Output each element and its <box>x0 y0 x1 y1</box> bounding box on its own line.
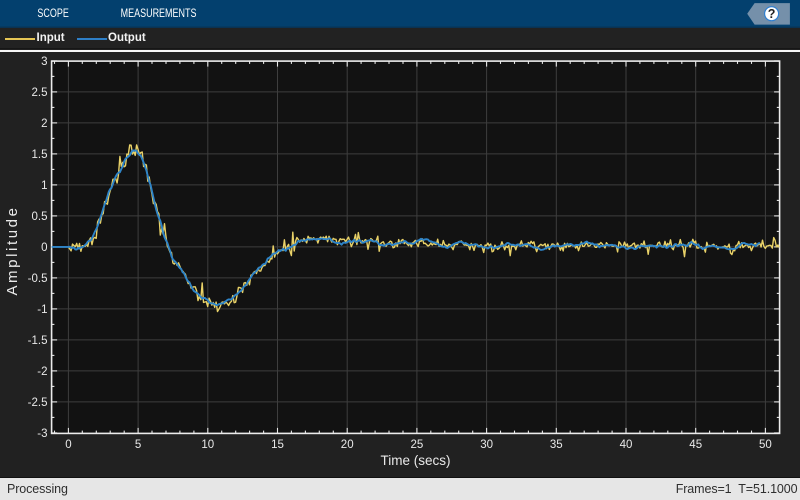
svg-text:-2.5: -2.5 <box>28 396 48 408</box>
svg-text:15: 15 <box>271 439 284 451</box>
svg-text:0: 0 <box>65 439 71 451</box>
svg-text:5: 5 <box>135 439 141 451</box>
svg-text:?: ? <box>768 7 776 21</box>
svg-text:-3: -3 <box>37 427 47 439</box>
svg-text:10: 10 <box>201 439 214 451</box>
svg-text:2: 2 <box>41 117 47 129</box>
svg-text:-2: -2 <box>37 365 47 377</box>
svg-text:20: 20 <box>341 439 354 451</box>
svg-text:25: 25 <box>411 439 424 451</box>
svg-text:1.5: 1.5 <box>32 148 48 160</box>
svg-text:30: 30 <box>480 439 493 451</box>
svg-text:Time (secs): Time (secs) <box>381 452 451 467</box>
svg-text:35: 35 <box>550 439 563 451</box>
svg-text:-1: -1 <box>37 303 47 315</box>
svg-text:0.5: 0.5 <box>32 210 48 222</box>
svg-text:45: 45 <box>689 439 702 451</box>
svg-text:40: 40 <box>620 439 633 451</box>
svg-text:3: 3 <box>41 55 47 67</box>
svg-text:Amplitude: Amplitude <box>4 205 21 295</box>
svg-text:-0.5: -0.5 <box>28 272 48 284</box>
svg-text:50: 50 <box>759 439 772 451</box>
svg-text:2.5: 2.5 <box>32 86 48 98</box>
svg-text:0: 0 <box>41 241 47 253</box>
svg-text:-1.5: -1.5 <box>28 334 48 346</box>
svg-text:1: 1 <box>41 179 47 191</box>
